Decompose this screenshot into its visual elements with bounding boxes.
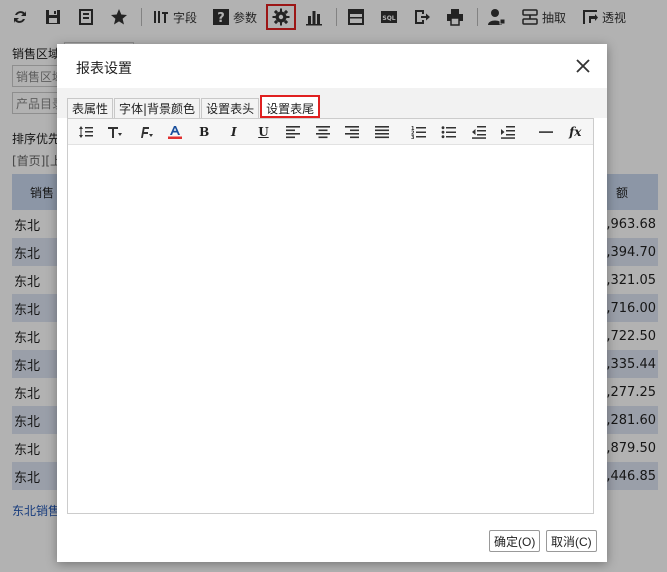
tab-1[interactable]: 字体|背景颜色 <box>114 98 201 118</box>
tab-3[interactable]: 设置表尾 <box>260 95 321 118</box>
font-family-button[interactable] <box>133 122 157 142</box>
svg-text:3: 3 <box>411 135 415 139</box>
align-right-icon <box>345 125 360 138</box>
ok-button[interactable]: 确定(O) <box>489 530 541 552</box>
outdent-button[interactable] <box>467 122 491 142</box>
underline-button[interactable]: U <box>252 122 276 142</box>
ordered-list-button[interactable]: 123 <box>408 122 432 142</box>
line-height-button[interactable] <box>74 122 98 142</box>
footer-editor: B I U 123 fx <box>67 118 594 514</box>
font-size-button[interactable] <box>104 122 128 142</box>
report-settings-dialog: 报表设置 表属性 字体|背景颜色 设置表头 设置表尾 B I U 1 2 3 f… <box>57 44 607 562</box>
align-center-icon <box>315 125 330 138</box>
horizontal-rule-button[interactable] <box>534 122 558 142</box>
justify-button[interactable] <box>370 122 394 142</box>
formula-button[interactable]: fx <box>564 122 588 142</box>
dialog-footer: 确定(O) 取消(C) <box>57 528 607 554</box>
dialog-header: 报表设置 <box>57 44 607 88</box>
ordered-list-icon: 123 <box>411 126 427 139</box>
align-center-button[interactable] <box>311 122 335 142</box>
align-right-button[interactable] <box>340 122 364 142</box>
align-left-button[interactable] <box>281 122 305 142</box>
editor-toolbar: B I U 123 fx <box>68 119 593 145</box>
indent-button[interactable] <box>496 122 520 142</box>
line-height-icon <box>78 125 93 138</box>
bold-button[interactable]: B <box>192 122 216 142</box>
close-button[interactable] <box>575 58 591 74</box>
horizontal-rule-icon <box>538 130 553 133</box>
italic-button[interactable]: I <box>222 122 246 142</box>
unordered-list-button[interactable] <box>437 122 461 142</box>
align-left-icon <box>286 125 301 138</box>
tab-2[interactable]: 设置表头 <box>201 98 260 118</box>
font-family-icon <box>141 126 154 138</box>
tab-list: 表属性 字体|背景颜色 设置表头 设置表尾 <box>67 95 321 118</box>
font-color-icon <box>167 125 182 139</box>
unordered-list-icon <box>441 125 456 138</box>
font-size-icon <box>108 126 123 138</box>
outdent-icon <box>471 125 486 139</box>
cancel-button[interactable]: 取消(C) <box>546 530 597 552</box>
dialog-title: 报表设置 <box>76 61 132 77</box>
indent-icon <box>501 125 516 139</box>
tab-0[interactable]: 表属性 <box>67 98 114 118</box>
close-icon <box>576 59 590 73</box>
font-color-button[interactable] <box>163 122 187 142</box>
justify-icon <box>374 125 389 138</box>
